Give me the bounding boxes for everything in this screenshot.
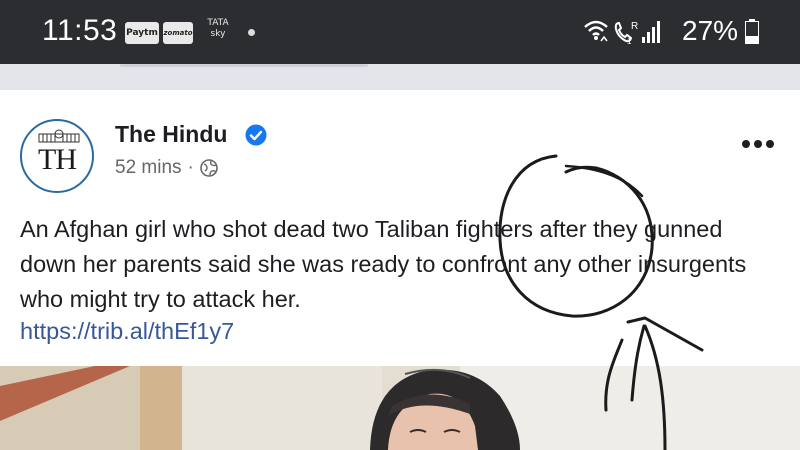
post-meta: 52 mins · [115, 157, 218, 179]
svg-text:R: R [631, 21, 638, 32]
avatar-initials: TH [38, 143, 77, 176]
more-options-icon[interactable] [740, 137, 776, 151]
globe-icon[interactable] [200, 159, 218, 177]
post-timestamp[interactable]: 52 mins [115, 157, 182, 179]
zomato-notification-icon: zomato [163, 22, 193, 44]
wifi-icon [584, 20, 608, 42]
post-link[interactable]: https://trib.al/thEf1y7 [20, 318, 234, 345]
tata-sky-notification-icon: TATA sky [203, 18, 233, 46]
call-signal-icon: R 1 [614, 21, 638, 46]
page-avatar[interactable]: TH [20, 119, 94, 193]
status-time: 11:53 [42, 14, 118, 47]
verified-badge-icon [245, 124, 267, 146]
system-status-icons: R 1 [584, 20, 660, 46]
sky-label: sky [210, 29, 226, 39]
signal-bars-icon [642, 21, 660, 43]
feed-separator [0, 64, 800, 90]
masthead-emblem-icon [38, 129, 80, 143]
page-name[interactable]: The Hindu [115, 121, 227, 148]
post-photo[interactable] [0, 366, 800, 450]
meta-separator: · [187, 157, 194, 178]
svg-text:1: 1 [627, 37, 632, 46]
more-notifications-dot [248, 29, 255, 36]
previous-post-edge [120, 64, 368, 67]
paytm-notification-icon: Paytm [125, 22, 159, 44]
battery-icon [745, 19, 759, 44]
post-body-text: An Afghan girl who shot dead two Taliban… [20, 216, 747, 312]
battery-percent: 27% [682, 15, 739, 46]
status-bar: 11:53 Paytm zomato TATA sky R 1 27% [0, 0, 800, 64]
tata-label: TATA [207, 18, 229, 28]
